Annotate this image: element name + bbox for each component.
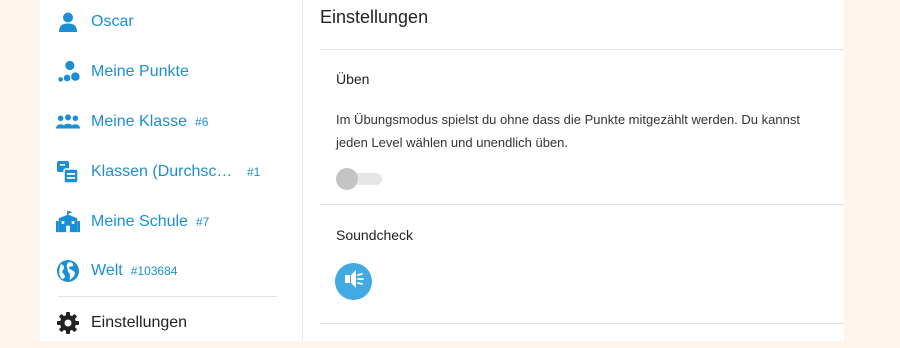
practice-mode-toggle[interactable] xyxy=(336,168,388,190)
rank-badge: #7 xyxy=(195,215,210,229)
points-icon xyxy=(56,60,80,84)
rank-badge: #6 xyxy=(195,115,209,129)
soundcheck-section-title: Soundcheck xyxy=(336,227,414,243)
divider xyxy=(320,323,844,324)
sidebar-item-meine-klasse[interactable]: Meine Klasse #6 xyxy=(56,107,296,137)
divider xyxy=(320,49,844,50)
sidebar-item-label: Meine Punkte xyxy=(91,63,189,80)
page-title: Einstellungen xyxy=(320,7,429,27)
sidebar-item-label: Oscar xyxy=(91,13,134,30)
sidebar-item-label: Einstellungen xyxy=(91,314,188,331)
gear-icon xyxy=(56,311,80,335)
soundcheck-button[interactable] xyxy=(335,263,372,300)
practice-section-title: Üben xyxy=(336,71,370,87)
user-icon xyxy=(56,10,80,34)
toggle-thumb xyxy=(336,168,358,190)
sidebar-item-meine-punkte[interactable]: Meine Punkte xyxy=(56,57,296,87)
sidebar-item-oscar[interactable]: Oscar xyxy=(56,7,296,37)
globe-icon xyxy=(56,259,80,283)
sidebar-item-label: Meine Klasse xyxy=(91,113,188,130)
settings-panel: Einstellungen Üben Im Übungsmodus spiels… xyxy=(320,0,844,341)
sidebar-item-einstellungen[interactable]: Einstellungen xyxy=(56,308,296,338)
app-frame: Oscar Meine Punkte Meine Klasse #6 Klass… xyxy=(40,0,844,341)
rank-badge: #1 xyxy=(247,165,261,179)
sidebar-item-welt[interactable]: Welt #103684 xyxy=(56,256,296,286)
sidebar-item-meine-schule[interactable]: Meine Schule #7 xyxy=(56,207,296,237)
sidebar: Oscar Meine Punkte Meine Klasse #6 Klass… xyxy=(40,0,303,341)
classes-average-icon xyxy=(56,160,80,184)
class-group-icon xyxy=(56,110,80,134)
speaker-icon xyxy=(343,268,365,295)
sidebar-item-label: Klassen (Durchschnitt) xyxy=(91,163,233,180)
school-icon xyxy=(56,210,80,234)
sidebar-item-klassen-durchschnitt[interactable]: Klassen (Durchschnitt) #1 xyxy=(56,157,296,187)
sidebar-divider xyxy=(58,296,277,297)
sidebar-item-label: Meine Schule xyxy=(91,213,188,230)
rank-badge: #103684 xyxy=(130,264,178,278)
sidebar-item-label: Welt xyxy=(91,262,123,279)
divider xyxy=(320,204,844,205)
practice-description: Im Übungsmodus spielst du ohne dass die … xyxy=(336,112,800,150)
